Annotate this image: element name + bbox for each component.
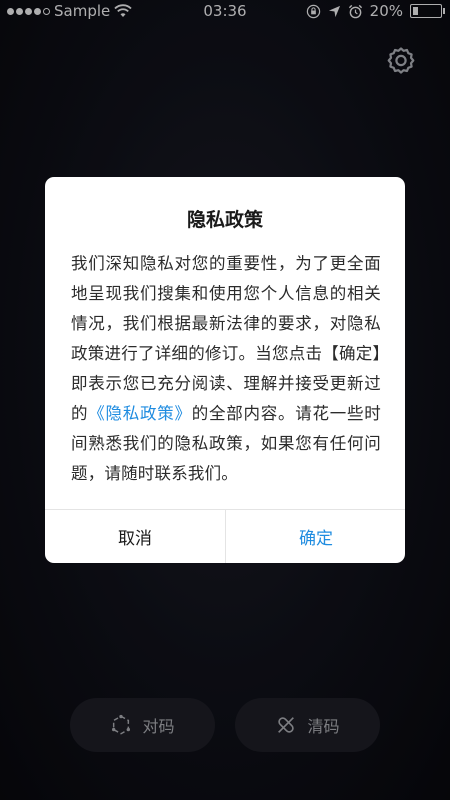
dialog-body-text: 我们深知隐私对您的重要性，为了更全面地呈现我们搜集和使用您个人信息的相关情况，我… — [71, 254, 381, 423]
dialog-title: 隐私政策 — [186, 209, 263, 231]
privacy-policy-link[interactable]: 《隐私政策》 — [88, 404, 192, 423]
dialog-body: 我们深知隐私对您的重要性，为了更全面地呈现我们搜集和使用您个人信息的相关情况，我… — [71, 249, 381, 489]
cancel-button[interactable]: 取消 — [45, 510, 225, 563]
privacy-policy-dialog: 隐私政策 我们深知隐私对您的重要性，为了更全面地呈现我们搜集和使用您个人信息的相… — [45, 177, 405, 563]
confirm-button[interactable]: 确定 — [226, 510, 406, 563]
